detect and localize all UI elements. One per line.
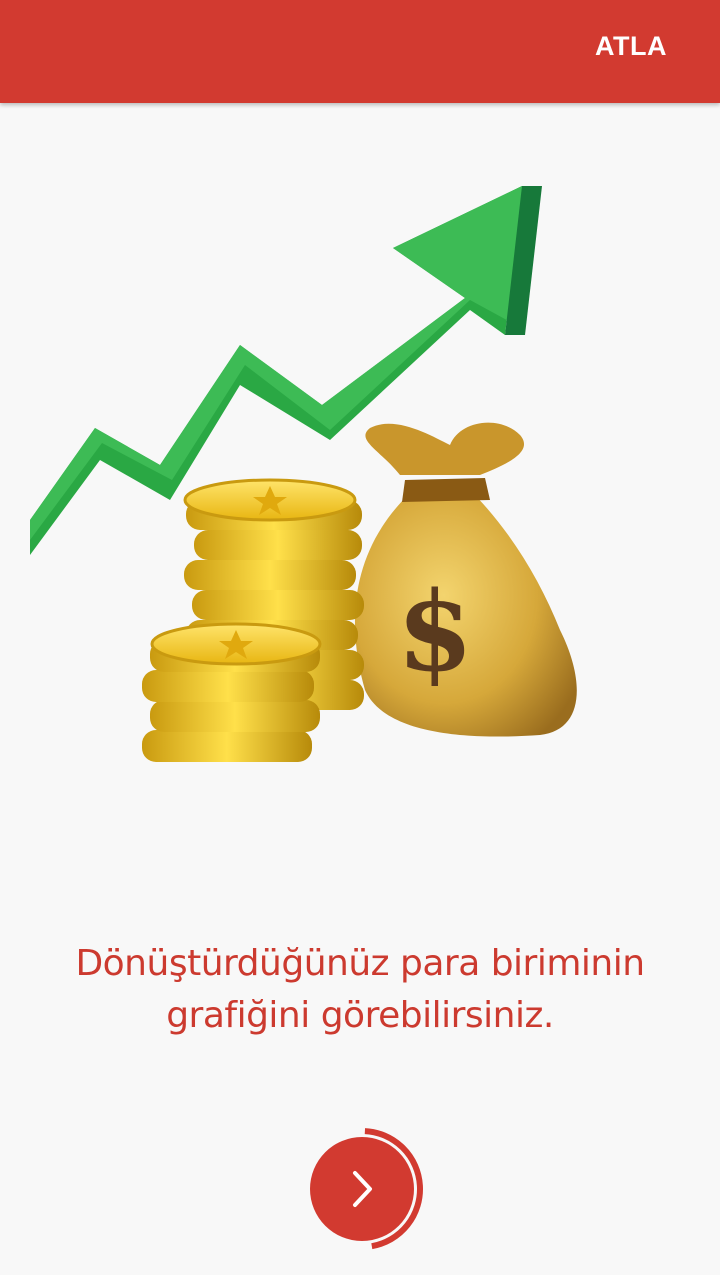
- coin-stack-short-icon: [142, 622, 322, 762]
- growth-money-illustration: $: [30, 186, 577, 762]
- chevron-right-icon: [353, 1171, 372, 1207]
- money-bag-icon: $: [354, 422, 577, 737]
- next-button[interactable]: [310, 1137, 414, 1241]
- caption-line-2: grafiğini görebilirsiniz.: [166, 995, 554, 1036]
- onboarding-caption: Dönüştürdüğünüz para biriminin grafiğini…: [40, 938, 680, 1042]
- next-button-container: [300, 1115, 440, 1255]
- top-app-bar: ATLA: [0, 0, 720, 103]
- skip-button[interactable]: ATLA: [595, 31, 667, 62]
- svg-text:$: $: [397, 567, 474, 696]
- caption-line-1: Dönüştürdüğünüz para biriminin: [75, 943, 645, 984]
